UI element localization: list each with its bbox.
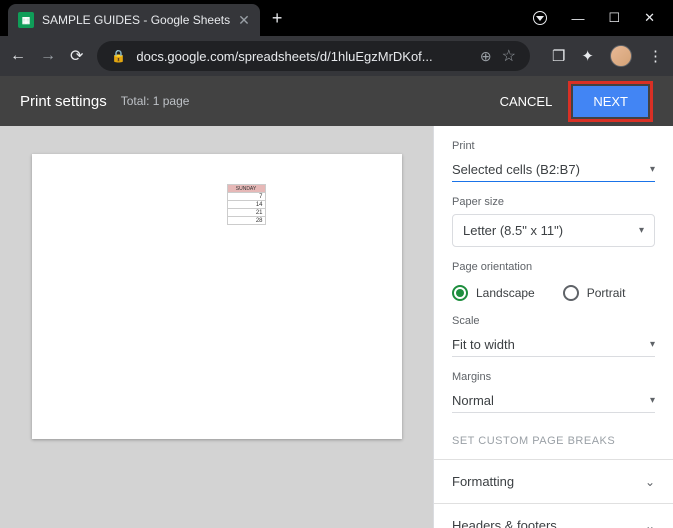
formatting-label: Formatting xyxy=(452,474,514,489)
paper-size-select[interactable]: Letter (8.5" x 11") ▾ xyxy=(452,214,655,247)
chevron-down-icon: ▾ xyxy=(650,395,655,406)
paper-size-label: Paper size xyxy=(452,196,655,208)
preview-header-cell: SUNDAY xyxy=(227,185,265,193)
portrait-radio[interactable]: Portrait xyxy=(563,285,626,301)
margins-label: Margins xyxy=(452,371,655,383)
tabs-icon[interactable]: ❐ xyxy=(552,47,565,65)
landscape-radio[interactable]: Landscape xyxy=(452,285,535,301)
print-label: Print xyxy=(452,140,655,152)
back-icon[interactable]: ← xyxy=(10,47,26,65)
maximize-icon[interactable]: ☐ xyxy=(608,10,620,26)
reload-icon[interactable]: ⟳ xyxy=(70,46,83,66)
account-indicator-icon[interactable] xyxy=(533,11,547,25)
chevron-down-icon: ▾ xyxy=(650,339,655,350)
margins-value: Normal xyxy=(452,393,494,408)
new-tab-button[interactable]: + xyxy=(272,8,283,29)
headers-footers-label: Headers & footers xyxy=(452,518,557,528)
portrait-label: Portrait xyxy=(587,286,626,300)
lock-icon: 🔒 xyxy=(111,49,126,63)
address-bar: ← → ⟳ 🔒 docs.google.com/spreadsheets/d/1… xyxy=(0,36,673,76)
scale-label: Scale xyxy=(452,315,655,327)
chevron-down-icon: ▾ xyxy=(639,225,644,236)
print-range-value: Selected cells (B2:B7) xyxy=(452,162,580,177)
page-count: Total: 1 page xyxy=(121,94,190,108)
window-controls: — ☐ ✕ xyxy=(533,10,673,26)
star-icon[interactable]: ☆ xyxy=(502,46,516,66)
preview-table: SUNDAY 7 14 21 28 xyxy=(227,184,266,225)
radio-selected-icon xyxy=(452,285,468,301)
print-header: Print settings Total: 1 page CANCEL NEXT xyxy=(0,76,673,126)
url-box[interactable]: 🔒 docs.google.com/spreadsheets/d/1hluEgz… xyxy=(97,41,530,71)
landscape-label: Landscape xyxy=(476,286,535,300)
preview-cell: 7 xyxy=(227,193,265,201)
minimize-icon[interactable]: — xyxy=(571,11,584,26)
headers-footers-section[interactable]: Headers & footers ⌄ xyxy=(434,504,673,528)
scale-value: Fit to width xyxy=(452,337,515,352)
menu-icon[interactable]: ⋮ xyxy=(648,47,663,65)
next-button-highlight: NEXT xyxy=(568,81,653,122)
close-tab-icon[interactable]: ✕ xyxy=(238,12,250,29)
page-preview: SUNDAY 7 14 21 28 xyxy=(32,154,402,439)
formatting-section[interactable]: Formatting ⌄ xyxy=(434,460,673,503)
titlebar: ▦ SAMPLE GUIDES - Google Sheets ✕ + — ☐ … xyxy=(0,0,673,36)
preview-cell: 28 xyxy=(227,217,265,225)
browser-tab[interactable]: ▦ SAMPLE GUIDES - Google Sheets ✕ xyxy=(8,4,260,36)
radio-unselected-icon xyxy=(563,285,579,301)
cancel-button[interactable]: CANCEL xyxy=(500,94,553,109)
scale-select[interactable]: Fit to width ▾ xyxy=(452,333,655,357)
url-text: docs.google.com/spreadsheets/d/1hluEgzMr… xyxy=(136,49,470,64)
orientation-label: Page orientation xyxy=(452,261,655,273)
zoom-icon[interactable]: ⊕ xyxy=(480,48,492,65)
sheets-icon: ▦ xyxy=(18,12,34,28)
preview-cell: 14 xyxy=(227,201,265,209)
preview-pane: SUNDAY 7 14 21 28 xyxy=(0,126,433,528)
tab-title: SAMPLE GUIDES - Google Sheets xyxy=(42,13,230,27)
margins-select[interactable]: Normal ▾ xyxy=(452,389,655,413)
paper-size-value: Letter (8.5" x 11") xyxy=(463,223,563,238)
main-content: SUNDAY 7 14 21 28 Print Selected cells (… xyxy=(0,126,673,528)
chevron-down-icon: ⌄ xyxy=(645,475,655,489)
print-range-select[interactable]: Selected cells (B2:B7) ▾ xyxy=(452,158,655,182)
preview-cell: 21 xyxy=(227,209,265,217)
chevron-down-icon: ⌄ xyxy=(645,519,655,528)
profile-avatar[interactable] xyxy=(610,45,632,67)
extensions-icon[interactable]: ✦ xyxy=(581,47,594,65)
page-title: Print settings xyxy=(20,93,107,110)
next-button[interactable]: NEXT xyxy=(573,86,648,117)
forward-icon[interactable]: → xyxy=(40,47,56,65)
settings-panel: Print Selected cells (B2:B7) ▾ Paper siz… xyxy=(433,126,673,528)
chevron-down-icon: ▾ xyxy=(650,164,655,175)
close-window-icon[interactable]: ✕ xyxy=(644,10,655,26)
custom-page-breaks-link[interactable]: SET CUSTOM PAGE BREAKS xyxy=(434,427,673,459)
